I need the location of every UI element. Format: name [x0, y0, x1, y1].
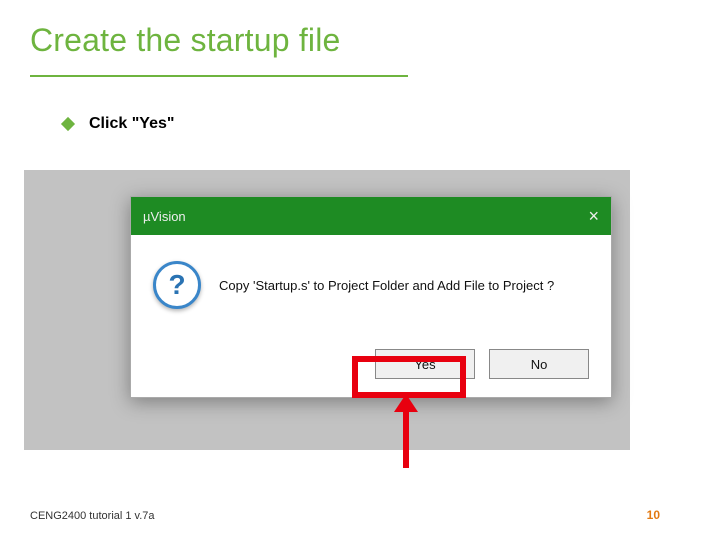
dialog-titlebar: µVision × [131, 197, 611, 235]
dialog-button-row: Yes No [375, 349, 589, 379]
bullet-diamond-icon [61, 117, 75, 131]
no-button[interactable]: No [489, 349, 589, 379]
dialog-body: ? Copy 'Startup.s' to Project Folder and… [131, 235, 611, 319]
bullet-text: Click "Yes" [89, 115, 174, 133]
page-number: 10 [647, 508, 660, 522]
arrow-stem [403, 400, 409, 468]
question-mark-glyph: ? [168, 271, 185, 299]
title-underline [30, 75, 408, 77]
slide-title: Create the startup file [30, 22, 341, 59]
close-icon[interactable]: × [588, 207, 599, 225]
slide: Create the startup file Click "Yes" µVis… [0, 0, 720, 540]
dialog-message: Copy 'Startup.s' to Project Folder and A… [219, 278, 554, 293]
footer-text: CENG2400 tutorial 1 v.7a [30, 510, 155, 522]
dialog-window: µVision × ? Copy 'Startup.s' to Project … [130, 196, 612, 398]
yes-button[interactable]: Yes [375, 349, 475, 379]
dialog-title: µVision [143, 209, 186, 224]
bullet-row: Click "Yes" [63, 115, 174, 133]
question-icon: ? [153, 261, 201, 309]
